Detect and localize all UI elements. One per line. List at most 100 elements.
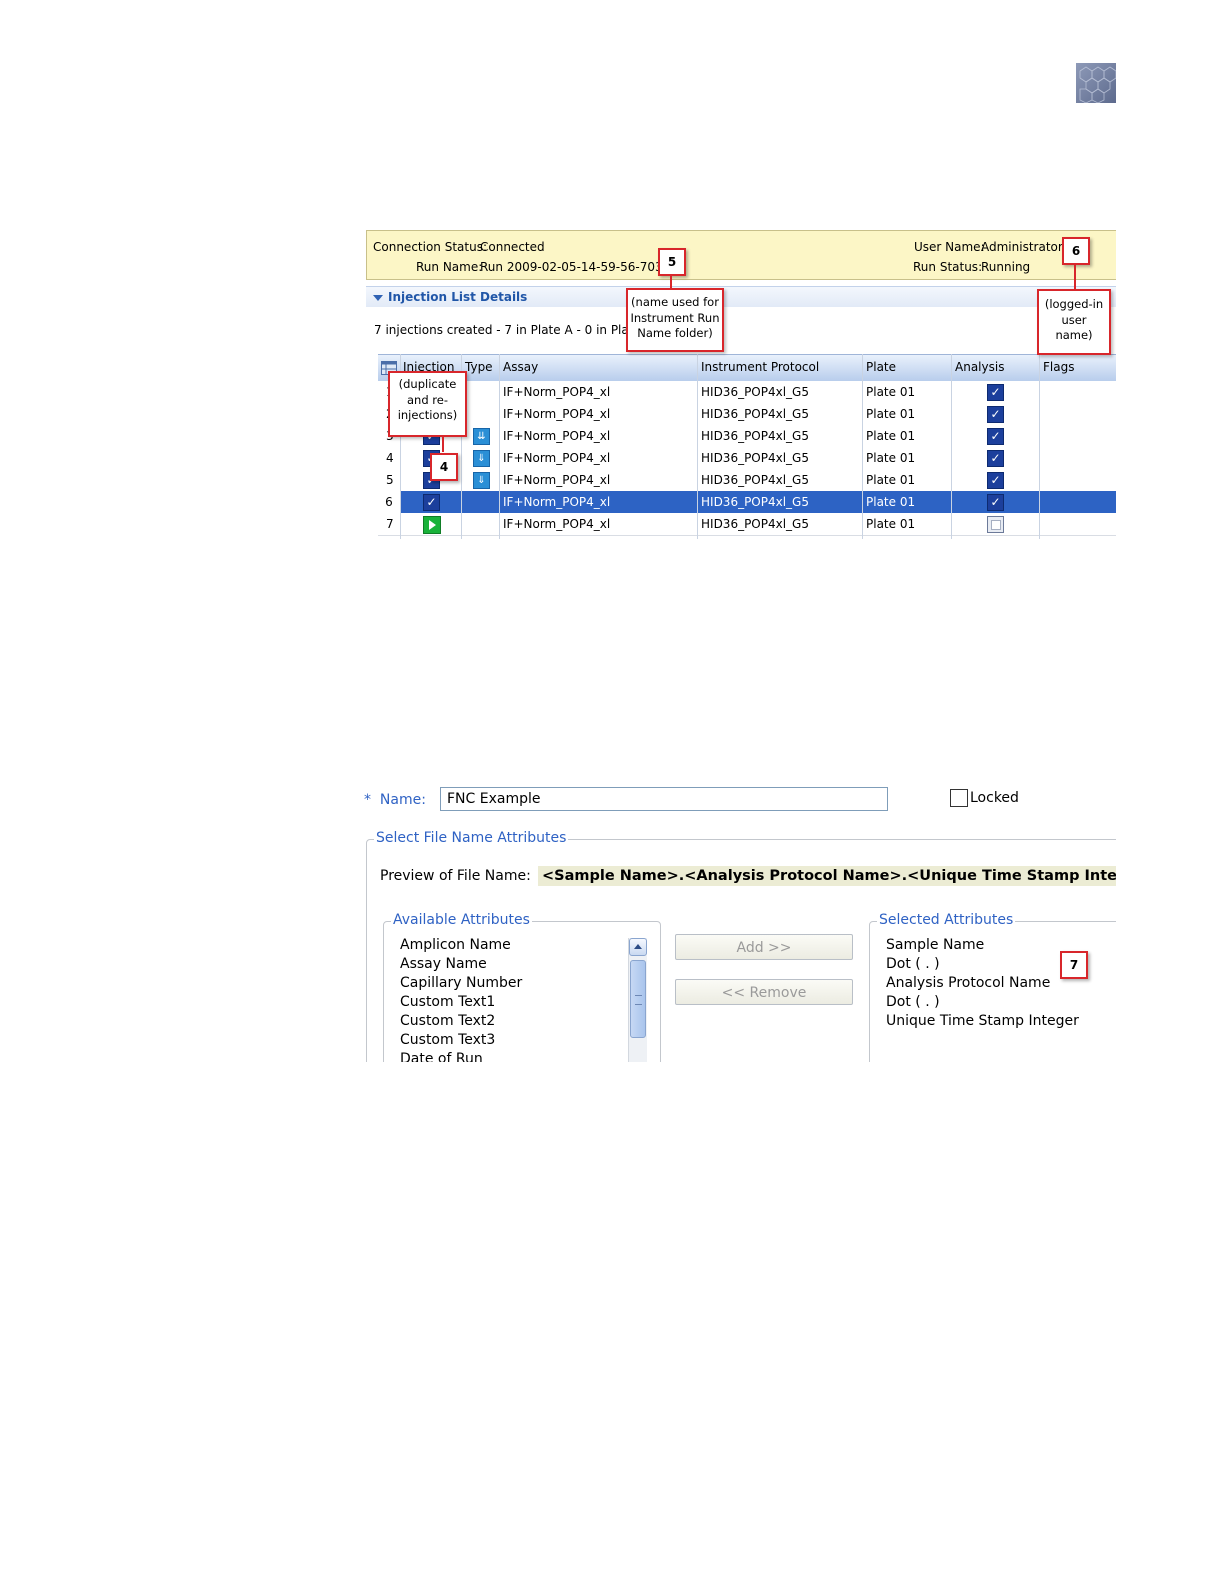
panel-title[interactable]: Injection List Details	[388, 290, 527, 304]
plate-cell: Plate 01	[866, 429, 916, 443]
user-name-value: Administrator	[981, 240, 1063, 254]
analysis-checkbox[interactable]: ✓	[987, 384, 1004, 401]
row-number: 4	[386, 451, 394, 465]
column-divider	[951, 354, 952, 539]
available-attribute-item[interactable]: Custom Text1	[400, 994, 495, 1010]
locked-label: Locked	[970, 790, 1019, 806]
callout-text: Name folder)	[637, 326, 713, 340]
table-row[interactable]: 2 IF+Norm_POP4_xl HID36_POP4xl_G5 Plate …	[378, 403, 1116, 426]
available-attribute-item[interactable]: Amplicon Name	[400, 937, 511, 953]
name-label-text: Name:	[379, 792, 426, 808]
table-row[interactable]: 4 ✓ ⇓ IF+Norm_POP4_xl HID36_POP4xl_G5 Pl…	[378, 447, 1116, 470]
available-attribute-item[interactable]: Assay Name	[400, 956, 487, 972]
analysis-checkbox-unchecked[interactable]	[987, 516, 1004, 533]
duplicate-type-icon: ⇓	[473, 472, 490, 489]
plate-cell: Plate 01	[866, 517, 916, 531]
name-input[interactable]	[440, 787, 888, 811]
assay-cell: IF+Norm_POP4_xl	[503, 495, 611, 509]
table-row[interactable]: 5 ✓ ⇓ IF+Norm_POP4_xl HID36_POP4xl_G5 Pl…	[378, 469, 1116, 492]
callout-leader-line	[1074, 265, 1076, 289]
available-attribute-item[interactable]: Date of Run	[400, 1051, 483, 1062]
column-divider	[697, 354, 698, 539]
assay-cell: IF+Norm_POP4_xl	[503, 517, 611, 531]
table-row[interactable]: 3 ✓ ⇊ IF+Norm_POP4_xl HID36_POP4xl_G5 Pl…	[378, 425, 1116, 448]
available-attribute-item[interactable]: Custom Text3	[400, 1032, 495, 1048]
scroll-up-arrow-icon[interactable]	[629, 938, 647, 956]
callout-text: user	[1061, 312, 1087, 327]
run-name-value: Run 2009-02-05-14-59-56-703	[480, 260, 663, 274]
plate-cell: Plate 01	[866, 407, 916, 421]
plate-cell: Plate 01	[866, 473, 916, 487]
locked-checkbox[interactable]	[950, 789, 968, 807]
column-header-flags[interactable]: Flags	[1043, 360, 1074, 374]
duplicate-type-icon: ⇓	[473, 450, 490, 467]
column-header-assay[interactable]: Assay	[503, 360, 538, 374]
table-header: Injection Type Assay Instrument Protocol…	[378, 354, 1116, 382]
injection-list-screenshot: Connection Status: Connected Run Name: R…	[360, 226, 1116, 539]
plate-cell: Plate 01	[866, 451, 916, 465]
column-header-instrument-protocol[interactable]: Instrument Protocol	[701, 360, 819, 374]
plate-cell: Plate 01	[866, 495, 916, 509]
analysis-checkbox[interactable]: ✓	[987, 494, 1004, 511]
row-number: 7	[386, 517, 394, 531]
assay-cell: IF+Norm_POP4_xl	[503, 407, 611, 421]
required-marker: *	[364, 792, 371, 808]
collapse-triangle-icon[interactable]	[373, 295, 383, 301]
callout-number-7: 7	[1060, 951, 1088, 979]
scroll-thumb[interactable]	[630, 960, 646, 1038]
assay-cell: IF+Norm_POP4_xl	[503, 385, 611, 399]
protocol-cell: HID36_POP4xl_G5	[701, 385, 809, 399]
user-name-label: User Name:	[914, 240, 985, 254]
table-row-selected[interactable]: 6 ✓ IF+Norm_POP4_xl HID36_POP4xl_G5 Plat…	[378, 491, 1116, 514]
play-status-icon	[423, 516, 441, 534]
callout-text: (logged-in	[1044, 297, 1104, 311]
remove-button[interactable]: << Remove	[675, 979, 853, 1005]
connection-status-value: Connected	[480, 240, 545, 254]
callout-duplicate-reinjections: (duplicate and re- injections)	[388, 371, 467, 437]
add-button[interactable]: Add >>	[675, 934, 853, 960]
injection-checkbox[interactable]: ✓	[423, 494, 440, 511]
protocol-cell: HID36_POP4xl_G5	[701, 517, 809, 531]
available-attribute-item[interactable]: Custom Text2	[400, 1013, 495, 1029]
column-divider	[862, 354, 863, 539]
callout-logged-in-user: (logged-in user name)	[1037, 289, 1111, 355]
column-divider	[499, 354, 500, 539]
assay-cell: IF+Norm_POP4_xl	[503, 451, 611, 465]
protocol-cell: HID36_POP4xl_G5	[701, 429, 809, 443]
table-row[interactable]: 1 IF+Norm_POP4_xl HID36_POP4xl_G5 Plate …	[378, 381, 1116, 404]
analysis-checkbox[interactable]: ✓	[987, 428, 1004, 445]
column-header-analysis[interactable]: Analysis	[955, 360, 1004, 374]
selected-attribute-item[interactable]: Dot ( . )	[886, 994, 940, 1010]
table-row[interactable]: 7 IF+Norm_POP4_xl HID36_POP4xl_G5 Plate …	[378, 513, 1116, 536]
protocol-cell: HID36_POP4xl_G5	[701, 473, 809, 487]
selected-attribute-item[interactable]: Analysis Protocol Name	[886, 975, 1050, 991]
callout-text: injections)	[397, 408, 458, 422]
row-number: 6	[378, 491, 400, 513]
callout-number-4: 4	[430, 453, 458, 481]
selected-attribute-item[interactable]: Sample Name	[886, 937, 984, 953]
preview-label: Preview of File Name:	[380, 868, 531, 884]
callout-text: name)	[1055, 328, 1093, 342]
callout-leader-line	[442, 435, 444, 452]
run-name-label: Run Name:	[416, 260, 483, 274]
run-status-bar: Connection Status: Connected Run Name: R…	[366, 230, 1116, 280]
selected-attribute-item[interactable]: Unique Time Stamp Integer	[886, 1013, 1079, 1029]
name-label: * Name:	[364, 792, 426, 808]
callout-text: and re-	[407, 392, 448, 407]
analysis-checkbox[interactable]: ✓	[987, 472, 1004, 489]
callout-text: (name used for	[631, 295, 719, 309]
available-attribute-item[interactable]: Capillary Number	[400, 975, 522, 991]
protocol-cell: HID36_POP4xl_G5	[701, 495, 809, 509]
callout-run-name-folder: (name used for Instrument Run Name folde…	[626, 288, 724, 352]
selected-attribute-item[interactable]: Dot ( . )	[886, 956, 940, 972]
column-header-type[interactable]: Type	[465, 360, 493, 374]
assay-cell: IF+Norm_POP4_xl	[503, 473, 611, 487]
preview-file-name: <Sample Name>.<Analysis Protocol Name>.<…	[538, 866, 1116, 886]
plate-cell: Plate 01	[866, 385, 916, 399]
available-list-scrollbar[interactable]	[628, 938, 647, 1062]
available-attributes-title: Available Attributes	[391, 912, 532, 928]
select-attributes-group-title: Select File Name Attributes	[374, 830, 569, 846]
analysis-checkbox[interactable]: ✓	[987, 406, 1004, 423]
column-header-plate[interactable]: Plate	[866, 360, 896, 374]
analysis-checkbox[interactable]: ✓	[987, 450, 1004, 467]
